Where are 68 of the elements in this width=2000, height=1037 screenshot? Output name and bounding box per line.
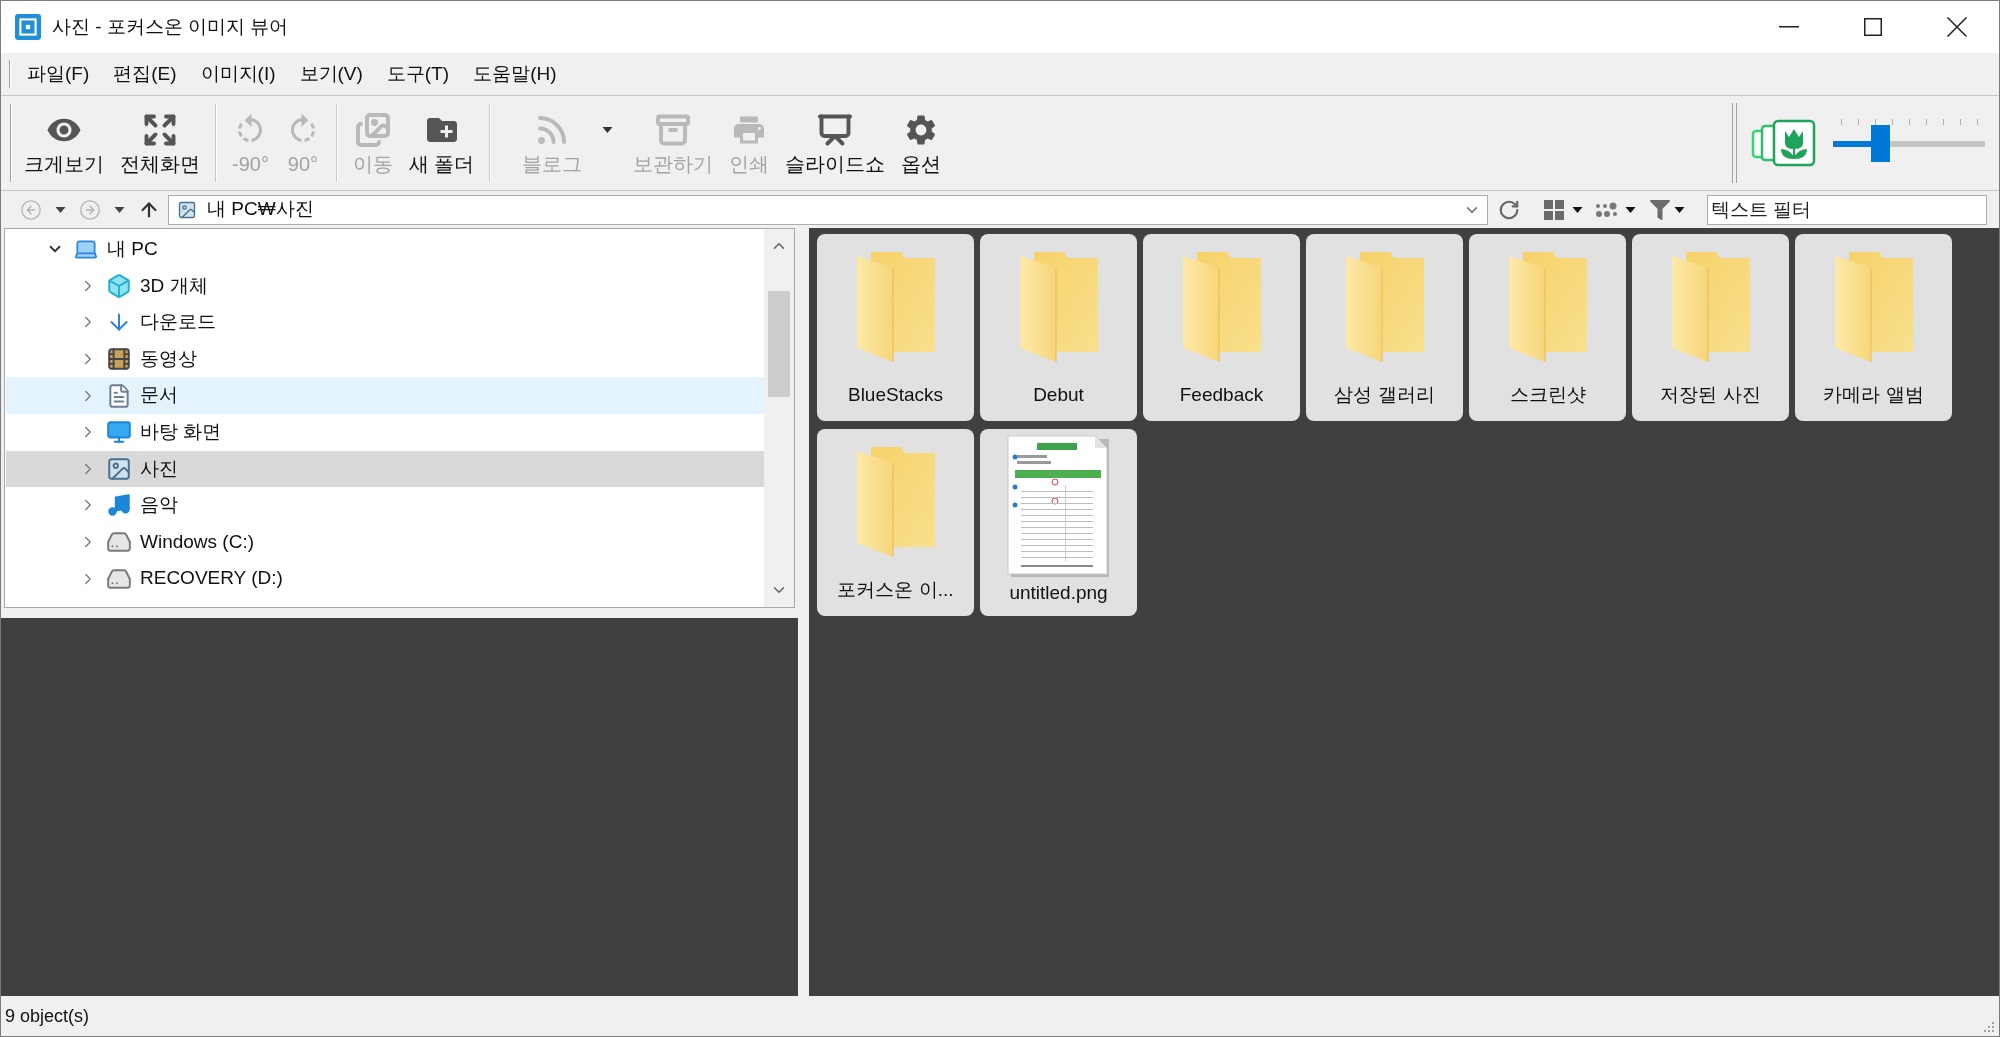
toolbar-button[interactable]: 옵션 xyxy=(893,96,950,190)
folder-icon xyxy=(856,447,935,557)
address-field[interactable]: 내 PC₩사진 xyxy=(168,194,1488,225)
dots-dropdown-button[interactable] xyxy=(1595,200,1636,219)
thumbnail-tile[interactable]: BlueStacks xyxy=(817,234,974,421)
folder-icon xyxy=(1508,252,1587,362)
scrollbar-thumb[interactable] xyxy=(768,291,790,397)
music-note-icon xyxy=(106,492,132,519)
view-mode-button[interactable] xyxy=(1544,199,1583,220)
toolbar-button[interactable]: 슬라이드쇼 xyxy=(777,96,894,190)
film-icon xyxy=(106,346,132,373)
status-text: 9 object(s) xyxy=(5,1004,90,1028)
folder-icon xyxy=(1345,252,1424,362)
thumbnail-tile[interactable]: 포커스온 이... xyxy=(817,429,974,616)
tree-item[interactable]: 사진 xyxy=(6,450,764,488)
menu-item[interactable]: 도구(T) xyxy=(374,55,462,93)
folder-icon xyxy=(1671,252,1750,362)
toolbar-button[interactable]: 새 폴더 xyxy=(400,96,483,190)
thumbnail-tile[interactable]: untitled.png xyxy=(980,429,1137,616)
menu-item[interactable]: 편집(E) xyxy=(101,55,189,93)
forward-icon xyxy=(79,198,101,221)
menu-item[interactable]: 도움말(H) xyxy=(461,55,569,93)
tree-item[interactable]: 문서 xyxy=(6,377,764,414)
folder-icon xyxy=(856,252,935,362)
toolbar-button[interactable]: 크게보기 xyxy=(16,96,112,190)
images-icon xyxy=(354,112,391,148)
thumbnail-tile[interactable]: 저장된 사진 xyxy=(1632,234,1789,421)
folder-icon xyxy=(1834,252,1913,362)
caret-icon xyxy=(602,127,614,133)
filter-icon xyxy=(1650,199,1670,220)
caret-icon xyxy=(1572,206,1583,213)
history-dropdown-button[interactable] xyxy=(114,206,125,213)
archive-icon xyxy=(655,112,692,148)
maximize-icon xyxy=(1864,18,1882,36)
thumbnail-tile[interactable]: 카메라 앨범 xyxy=(1795,234,1952,421)
caret-icon xyxy=(1674,206,1685,213)
document-icon xyxy=(106,382,132,409)
grid-icon xyxy=(1544,199,1564,220)
thumbnail-tile[interactable]: 삼성 갤러리 xyxy=(1306,234,1463,421)
app-icon xyxy=(15,14,41,40)
menu-item[interactable]: 보기(V) xyxy=(287,55,375,93)
menu-item[interactable]: 이미지(I) xyxy=(188,55,288,93)
expand-arrows-icon xyxy=(142,112,178,148)
window-title: 사진 - 포커스온 이미지 뷰어 xyxy=(52,14,289,39)
caret-icon xyxy=(1625,206,1636,213)
photo-stack-icon[interactable] xyxy=(1751,119,1817,167)
history-dropdown-button[interactable] xyxy=(55,206,66,213)
caret-icon xyxy=(55,206,66,213)
minimize-icon xyxy=(1779,26,1799,28)
text-filter-field[interactable]: 텍스트 필터 xyxy=(1707,194,1987,225)
cube-icon xyxy=(106,272,132,299)
close-icon xyxy=(1947,17,1967,37)
toolbar-button[interactable]: 전체화면 xyxy=(112,96,208,190)
folder-icon xyxy=(1019,252,1098,362)
folder-icon xyxy=(1182,252,1261,362)
filter-button[interactable] xyxy=(1650,199,1685,220)
resize-grip-icon[interactable] xyxy=(1983,1021,1995,1033)
projector-screen-icon xyxy=(817,112,854,148)
slider-thumb[interactable] xyxy=(1871,125,1890,162)
back-icon xyxy=(20,198,42,221)
thumbnail-tile[interactable]: 스크린샷 xyxy=(1469,234,1626,421)
picture-icon xyxy=(106,455,132,482)
monitor-icon xyxy=(106,419,132,446)
thumbnail-tile[interactable]: Debut xyxy=(980,234,1137,421)
caret-icon xyxy=(114,206,125,213)
menu-item[interactable]: 파일(F) xyxy=(15,55,102,93)
thumbnail-tile[interactable]: Feedback xyxy=(1143,234,1300,421)
refresh-icon xyxy=(1498,198,1520,221)
